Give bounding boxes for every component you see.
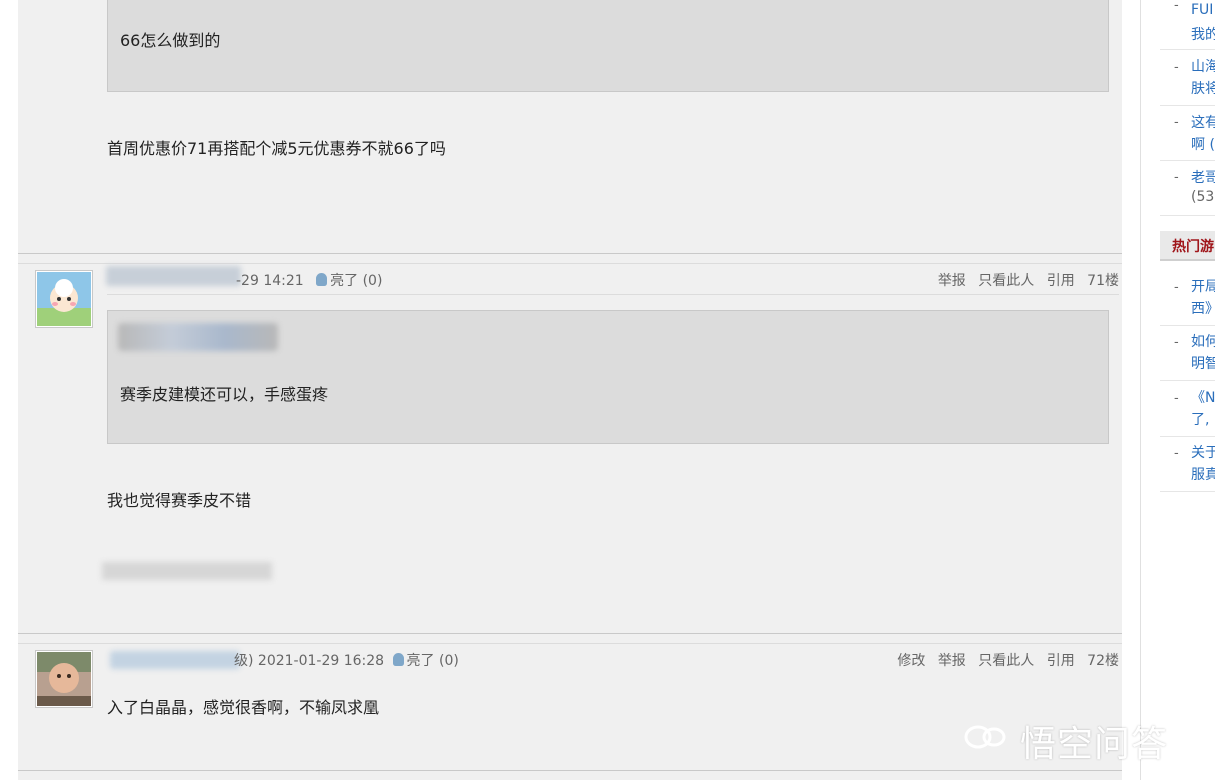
- watermark-text: 悟空问答: [1020, 724, 1169, 765]
- post-actions: 修改 举报 只看此人 引用 72楼: [889, 650, 1119, 670]
- username-blurred: [106, 266, 241, 286]
- sidebar-item-line1[interactable]: 老哥: [1191, 167, 1215, 187]
- sidebar-item[interactable]: - 山海 肤将: [1160, 50, 1215, 106]
- report-button[interactable]: 举报: [938, 653, 966, 669]
- floor-number: 72楼: [1087, 653, 1119, 669]
- signature-blurred: [102, 562, 272, 580]
- post-meta: -29 14:21 亮了 (0): [236, 270, 382, 290]
- post-divider: [18, 770, 1122, 771]
- sidebar-item-line2[interactable]: 了,: [1191, 409, 1209, 429]
- sidebar-item-line2[interactable]: 服真: [1191, 464, 1215, 484]
- sidebar-item-line1[interactable]: 山海: [1191, 56, 1215, 76]
- avatar-photo-icon: [37, 652, 91, 706]
- sidebar-item-line1[interactable]: 关于: [1191, 442, 1215, 462]
- avatar[interactable]: [35, 270, 93, 328]
- quote-button[interactable]: 引用: [1047, 273, 1075, 289]
- username-blurred: [110, 651, 240, 669]
- light-count: (0): [362, 273, 383, 289]
- sidebar: - FUI 我的 - 山海 肤将 - 这有 啊 ( - 老哥 (53 热门游 -…: [1160, 0, 1215, 780]
- sidebar-item-line1[interactable]: FUI: [1191, 2, 1213, 18]
- post-actions: 举报 只看此人 引用 71楼: [930, 270, 1119, 290]
- sidebar-item-line2[interactable]: 西》: [1191, 298, 1215, 318]
- sidebar-item[interactable]: - 开局 西》: [1160, 270, 1215, 326]
- sidebar-item-line2[interactable]: 啊 (: [1191, 134, 1215, 154]
- thread-panel: 66怎么做到的 首周优惠价71再搭配个减5元优惠券不就66了吗 -29 14:2…: [18, 0, 1122, 780]
- sidebar-item-line2[interactable]: 明智: [1191, 353, 1215, 373]
- edit-button[interactable]: 修改: [897, 653, 925, 669]
- sidebar-item[interactable]: - 《N 了,: [1160, 381, 1215, 437]
- light-icon: [392, 653, 404, 666]
- post-date: 2021-01-29 16:28: [257, 653, 385, 669]
- sidebar-item[interactable]: - 这有 啊 (: [1160, 105, 1215, 161]
- quote-text: 66怎么做到的: [120, 31, 221, 50]
- bullet: -: [1174, 115, 1179, 130]
- bullet: -: [1174, 280, 1179, 295]
- sidebar-item[interactable]: - FUI 我的: [1160, 0, 1215, 50]
- floor-number: 71楼: [1087, 273, 1119, 289]
- quote-box: 66怎么做到的: [107, 0, 1109, 92]
- watermark-logo-icon: [964, 725, 1006, 749]
- sidebar-item[interactable]: - 关于 服真: [1160, 436, 1215, 492]
- meta-divider: [107, 294, 1119, 295]
- post-date: -29 14:21: [236, 273, 304, 289]
- post-meta: 级) 2021-01-29 16:28 亮了 (0): [234, 650, 459, 670]
- light-icon: [316, 273, 328, 286]
- avatar-cartoon-icon: [37, 272, 91, 326]
- sidebar-item-line1[interactable]: 如何: [1191, 331, 1215, 351]
- bullet: -: [1174, 60, 1179, 75]
- sidebar-item-line1[interactable]: 这有: [1191, 112, 1215, 132]
- light-count: (0): [439, 653, 459, 669]
- column-divider: [1140, 0, 1141, 780]
- light-button[interactable]: 亮了: [407, 653, 435, 669]
- quote-box: 赛季皮建模还可以，手感蛋疼: [107, 310, 1109, 444]
- bullet: -: [1174, 446, 1179, 461]
- post-divider: [18, 253, 1122, 254]
- bullet: -: [1174, 335, 1179, 350]
- post-divider: [18, 643, 1122, 644]
- sidebar-section-title: 热门游: [1172, 239, 1214, 255]
- sidebar-item-line2[interactable]: 我的: [1191, 24, 1215, 44]
- bullet: -: [1174, 391, 1179, 406]
- post-divider: [18, 633, 1122, 634]
- sidebar-item-line1[interactable]: 开局: [1191, 276, 1215, 296]
- only-this-user-button[interactable]: 只看此人: [978, 273, 1034, 289]
- sidebar-item-line2[interactable]: 肤将: [1191, 78, 1215, 98]
- reply-text: 我也觉得赛季皮不错: [107, 491, 252, 510]
- sidebar-item[interactable]: - 如何 明智: [1160, 325, 1215, 381]
- post-divider: [18, 263, 1122, 264]
- sidebar-section-header: 热门游: [1160, 231, 1215, 261]
- avatar[interactable]: [35, 650, 93, 708]
- quote-button[interactable]: 引用: [1047, 653, 1075, 669]
- sidebar-item-line1[interactable]: 《N: [1191, 387, 1215, 407]
- report-button[interactable]: 举报: [938, 273, 966, 289]
- user-level: 级): [234, 653, 254, 669]
- bullet: -: [1174, 0, 1179, 13]
- reply-text: 入了白晶晶，感觉很香啊，不输凤求凰: [107, 698, 380, 717]
- light-button[interactable]: 亮了: [330, 273, 358, 289]
- bullet: -: [1174, 170, 1179, 185]
- only-this-user-button[interactable]: 只看此人: [978, 653, 1034, 669]
- sidebar-item-line2[interactable]: (53: [1191, 189, 1214, 205]
- sidebar-item[interactable]: - 老哥 (53: [1160, 160, 1215, 216]
- quoted-author-blurred: [118, 323, 278, 351]
- reply-text: 首周优惠价71再搭配个减5元优惠券不就66了吗: [107, 139, 446, 158]
- quote-text: 赛季皮建模还可以，手感蛋疼: [120, 385, 329, 404]
